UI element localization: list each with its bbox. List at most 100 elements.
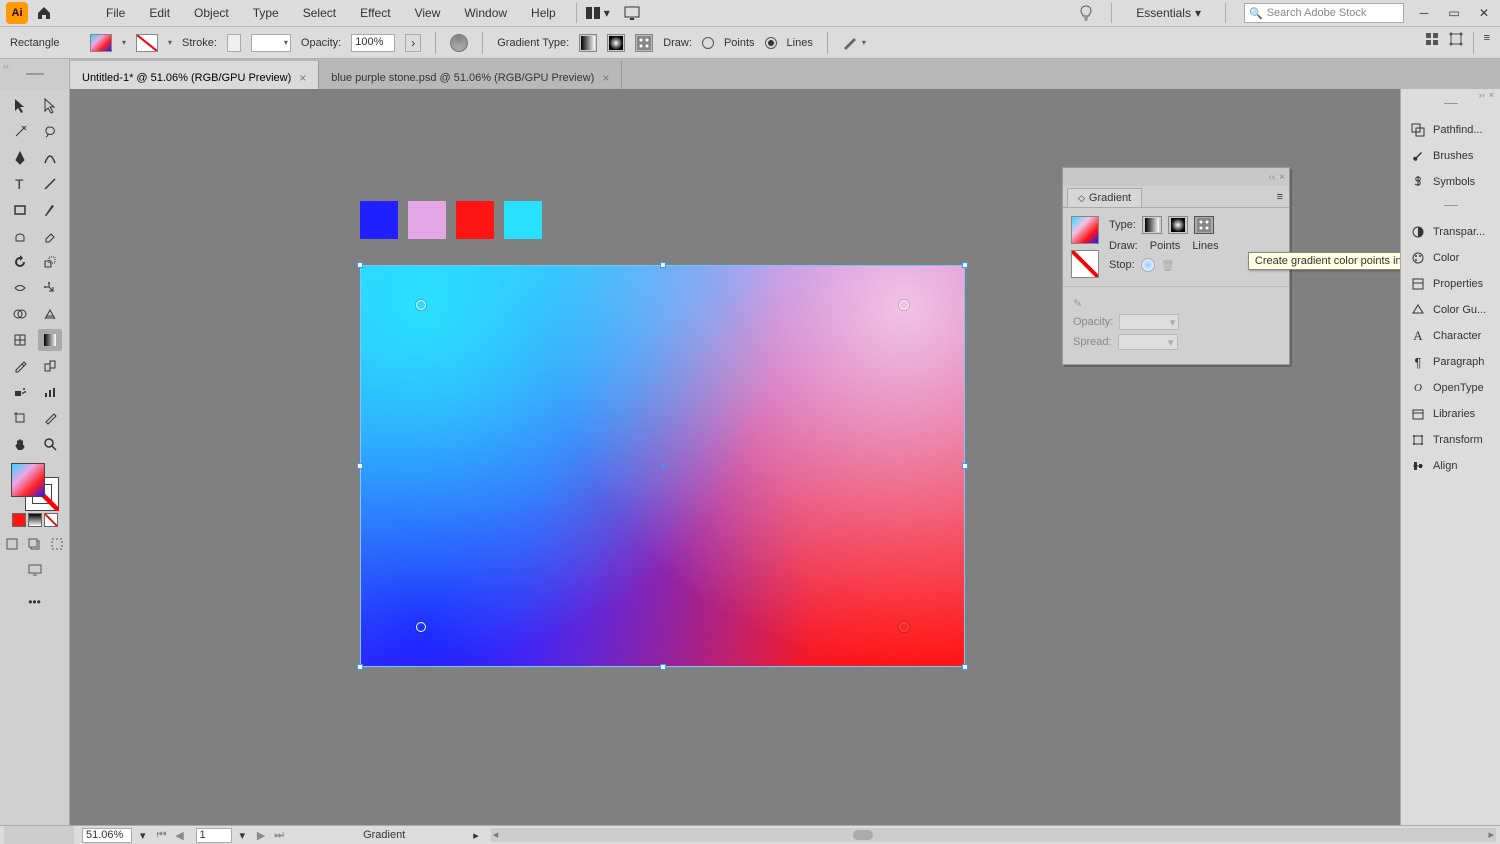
type-tool[interactable]: T xyxy=(8,173,32,195)
lasso-tool[interactable] xyxy=(38,121,62,143)
gradient-freeform-button[interactable] xyxy=(635,34,653,52)
dock-collapse-icon[interactable]: ›› xyxy=(1479,90,1485,100)
menu-help[interactable]: Help xyxy=(519,2,568,24)
selection-handle[interactable] xyxy=(357,664,363,670)
selection-handle[interactable] xyxy=(357,463,363,469)
gradient-color-point[interactable] xyxy=(899,622,909,632)
opacity-more-button[interactable]: › xyxy=(405,34,421,52)
left-dock-strip[interactable] xyxy=(0,59,70,89)
nav-last-button[interactable]: ⏭ xyxy=(271,829,287,842)
fill-stroke-swatches[interactable] xyxy=(11,463,59,511)
width-tool[interactable] xyxy=(8,277,32,299)
nav-first-button[interactable]: ⏮ xyxy=(154,829,170,842)
panel-transparency[interactable]: Transpar... xyxy=(1401,219,1500,245)
line-tool[interactable] xyxy=(38,173,62,195)
artboard-tool[interactable] xyxy=(8,407,32,429)
stroke-style-select[interactable]: ▾ xyxy=(251,34,291,52)
scale-tool[interactable] xyxy=(38,251,62,273)
stop-color-swatch[interactable] xyxy=(1141,258,1155,272)
curvature-tool[interactable] xyxy=(38,147,62,169)
panel-paragraph[interactable]: ¶Paragraph xyxy=(1401,349,1500,375)
menu-object[interactable]: Object xyxy=(182,2,241,24)
menu-select[interactable]: Select xyxy=(291,2,348,24)
gradient-tool[interactable] xyxy=(38,329,62,351)
panel-libraries[interactable]: Libraries xyxy=(1401,401,1500,427)
nav-next-button[interactable]: ▶ xyxy=(253,829,269,842)
workspace-switcher[interactable]: Essentials ▾ xyxy=(1130,4,1207,22)
document-tab-2[interactable]: blue purple stone.psd @ 51.06% (RGB/GPU … xyxy=(319,61,622,89)
nav-prev-button[interactable]: ◀ xyxy=(172,829,188,842)
arrange-docs-icon[interactable]: ▾ xyxy=(585,6,610,20)
canvas-area[interactable]: ‹‹× ◇Gradient ≡ Type: Draw: xyxy=(70,89,1400,825)
gradient-linear-button[interactable] xyxy=(579,34,597,52)
perspective-grid-tool[interactable] xyxy=(38,303,62,325)
panel-brushes[interactable]: Brushes xyxy=(1401,143,1500,169)
recolor-icon[interactable] xyxy=(450,34,468,52)
delete-stop-icon[interactable]: 🗑 xyxy=(1161,259,1175,272)
points-radio-label[interactable]: Points xyxy=(724,37,755,49)
color-mode-solid[interactable] xyxy=(12,513,26,527)
menu-edit[interactable]: Edit xyxy=(137,2,182,24)
gpu-preview-icon[interactable] xyxy=(624,6,640,20)
screen-mode-button[interactable] xyxy=(23,559,47,581)
hand-tool[interactable] xyxy=(8,433,32,455)
opacity-input[interactable]: 100% xyxy=(351,34,395,52)
fill-dropdown[interactable]: ▾ xyxy=(122,38,126,47)
menu-view[interactable]: View xyxy=(403,2,453,24)
stroke-dropdown[interactable]: ▾ xyxy=(168,38,172,47)
panel-opentype[interactable]: OOpenType xyxy=(1401,375,1500,401)
direct-selection-tool[interactable] xyxy=(38,95,62,117)
blend-tool[interactable] xyxy=(38,355,62,377)
stroke-swatch[interactable] xyxy=(136,34,158,52)
transform-icon[interactable] xyxy=(1449,32,1463,54)
artboard-number-input[interactable]: 1 xyxy=(196,828,232,843)
color-mode-gradient[interactable] xyxy=(28,513,42,527)
align-to-icon[interactable] xyxy=(1425,32,1439,54)
menu-window[interactable]: Window xyxy=(452,2,519,24)
document-tab-1[interactable]: Untitled-1* @ 51.06% (RGB/GPU Preview) × xyxy=(70,61,319,89)
draw-points-radio[interactable] xyxy=(702,37,714,49)
panel-align[interactable]: Align xyxy=(1401,453,1500,479)
menu-type[interactable]: Type xyxy=(241,2,291,24)
eraser-tool[interactable] xyxy=(38,225,62,247)
points-label[interactable]: Points xyxy=(1150,240,1181,252)
pen-tool[interactable] xyxy=(8,147,32,169)
panel-freeform-button[interactable] xyxy=(1194,216,1214,234)
panel-character[interactable]: ACharacter xyxy=(1401,323,1500,349)
panel-properties[interactable]: Properties xyxy=(1401,271,1500,297)
window-maximize-button[interactable]: ▭ xyxy=(1444,6,1464,20)
horizontal-scrollbar[interactable]: ◂ ▸ xyxy=(491,828,1496,842)
selection-tool[interactable] xyxy=(8,95,32,117)
panel-opacity-select[interactable]: ▾ xyxy=(1119,314,1179,330)
panel-collapse-icon[interactable]: ‹‹ xyxy=(1268,172,1275,183)
panel-titlebar[interactable]: ‹‹× xyxy=(1063,168,1289,186)
panel-color-guide[interactable]: Color Gu... xyxy=(1401,297,1500,323)
rectangle-tool[interactable] xyxy=(8,199,32,221)
panel-spread-select[interactable]: ▾ xyxy=(1118,334,1178,350)
zoom-tool[interactable] xyxy=(38,433,62,455)
panel-radial-button[interactable] xyxy=(1168,216,1188,234)
edit-gradient-button[interactable]: ▾ xyxy=(842,36,866,50)
slice-tool[interactable] xyxy=(38,407,62,429)
gradient-radial-button[interactable] xyxy=(607,34,625,52)
tab-close-icon[interactable]: × xyxy=(299,71,306,85)
zoom-dropdown[interactable]: ▾ xyxy=(140,829,146,842)
gradient-artwork[interactable] xyxy=(360,265,965,667)
selection-handle[interactable] xyxy=(962,664,968,670)
draw-inside-icon[interactable] xyxy=(49,533,65,555)
status-expand-icon[interactable]: ▸ xyxy=(473,829,479,842)
panel-menu-icon[interactable]: ≡ xyxy=(1484,32,1490,54)
artboard-dropdown[interactable]: ▾ xyxy=(240,829,246,842)
scroll-right-arrow[interactable]: ▸ xyxy=(1488,828,1494,841)
edit-toolbar-button[interactable]: ••• xyxy=(23,591,47,613)
paintbrush-tool[interactable] xyxy=(38,199,62,221)
draw-lines-radio[interactable] xyxy=(765,37,777,49)
panel-menu-icon[interactable]: ≡ xyxy=(1271,187,1289,207)
column-graph-tool[interactable] xyxy=(38,381,62,403)
swatch[interactable] xyxy=(504,201,542,239)
color-mode-none[interactable] xyxy=(44,513,58,527)
eyedropper-icon[interactable]: ✎ xyxy=(1073,297,1082,310)
swatch[interactable] xyxy=(456,201,494,239)
shape-builder-tool[interactable] xyxy=(8,303,32,325)
gradient-color-point[interactable] xyxy=(899,300,909,310)
